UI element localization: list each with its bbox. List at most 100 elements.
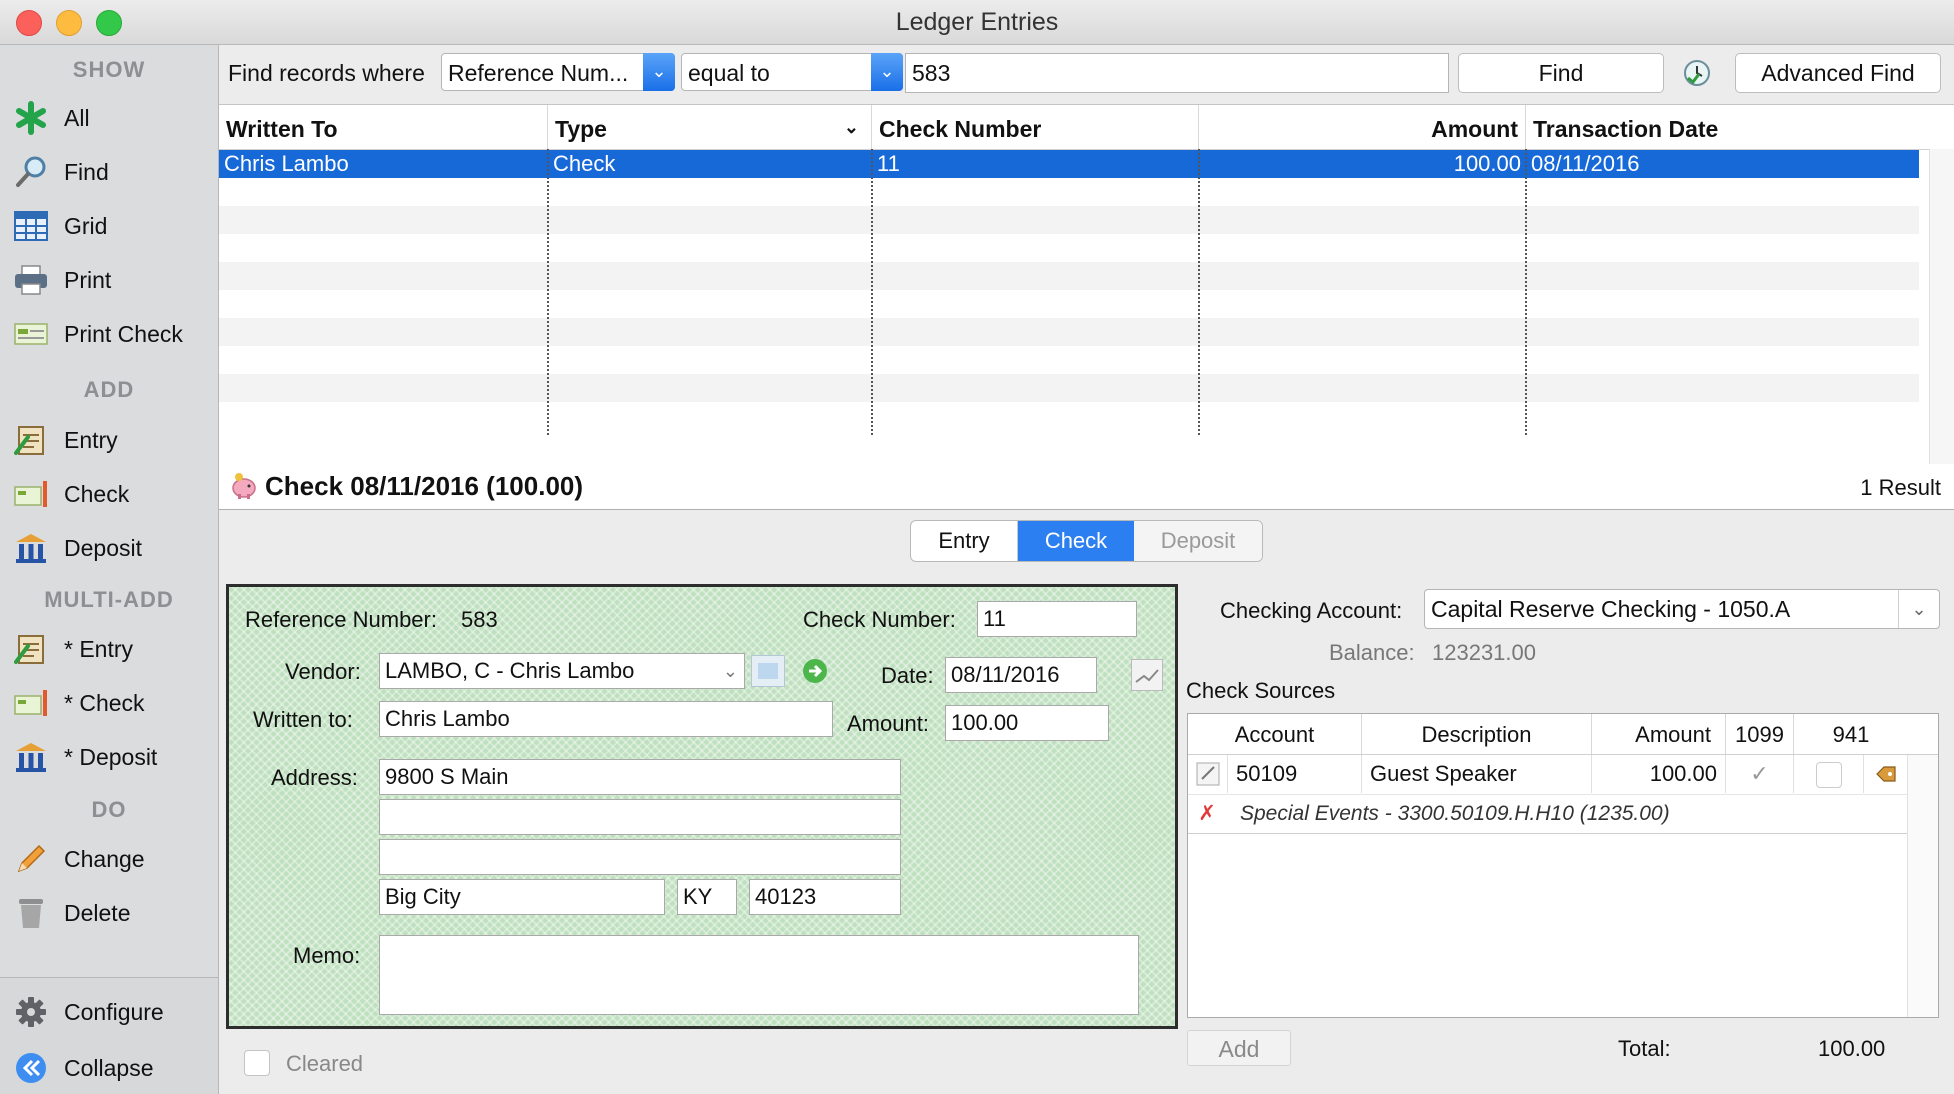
state-field[interactable]: KY	[677, 879, 737, 915]
column-header-type-label: Type	[555, 116, 607, 142]
sidebar-item-find[interactable]: Find	[12, 150, 212, 194]
source-fund-text: Special Events - 3300.50109.H.H10 (1235.…	[1240, 802, 1670, 825]
sidebar-item-add-check[interactable]: Check	[12, 472, 212, 516]
source-account: 50109	[1228, 755, 1362, 793]
calendar-icon[interactable]	[1131, 659, 1163, 691]
find-search-value: 583	[912, 60, 951, 86]
date-field[interactable]: 08/11/2016	[945, 657, 1097, 693]
sidebar-bottom: Configure Collapse	[0, 977, 218, 1094]
sidebar-item-multi-deposit[interactable]: * Deposit	[12, 735, 212, 779]
total-value: 100.00	[1818, 1036, 1886, 1061]
find-field-value: Reference Num...	[448, 60, 629, 86]
column-header-account[interactable]: Account	[1188, 714, 1362, 754]
chevron-down-icon: ⌄	[722, 661, 738, 681]
cell-type: Check	[553, 151, 616, 176]
chevron-down-icon: ⌄	[1898, 590, 1939, 628]
find-field-select[interactable]: Reference Num... ⌄	[441, 53, 675, 91]
gear-icon	[12, 994, 50, 1030]
column-header-amount[interactable]: Amount	[1199, 105, 1526, 149]
checking-account-select[interactable]: Capital Reserve Checking - 1050.A ⌄	[1424, 589, 1940, 629]
column-header-amount[interactable]: Amount	[1592, 714, 1726, 754]
sidebar-item-multi-check[interactable]: * Check	[12, 681, 212, 725]
tab-entry[interactable]: Entry	[911, 521, 1018, 561]
column-divider	[547, 149, 549, 435]
column-header-1099[interactable]: 1099	[1726, 714, 1794, 754]
city-field[interactable]: Big City	[379, 879, 665, 915]
column-divider	[1198, 149, 1200, 435]
sidebar-item-add-deposit[interactable]: Deposit	[12, 526, 212, 570]
sidebar-item-change[interactable]: Change	[12, 837, 212, 881]
cleared-label: Cleared	[286, 1051, 364, 1076]
balance-value: 123231.00	[1432, 640, 1536, 665]
sidebar-item-configure[interactable]: Configure	[12, 990, 212, 1034]
go-to-vendor-icon[interactable]	[802, 658, 828, 684]
advanced-find-button[interactable]: Advanced Find	[1735, 53, 1941, 93]
sidebar-item-add-entry[interactable]: Entry	[12, 418, 212, 462]
memo-field[interactable]	[379, 935, 1139, 1015]
vendor-combobox[interactable]: LAMBO, C - Chris Lambo ⌄	[379, 653, 745, 689]
find-operator-select[interactable]: equal to ⌄	[681, 53, 903, 91]
sidebar-item-print[interactable]: Print	[12, 258, 212, 302]
sidebar-item-multi-entry[interactable]: * Entry	[12, 627, 212, 671]
source-row[interactable]: 50109 Guest Speaker 100.00 ✓	[1188, 755, 1908, 793]
cell-check-number: 11	[877, 151, 900, 176]
asterisk-icon	[12, 100, 50, 136]
column-header-check-number[interactable]: Check Number	[872, 105, 1199, 149]
tab-deposit[interactable]: Deposit	[1134, 521, 1262, 561]
window-title: Ledger Entries	[895, 8, 1059, 36]
written-to-field[interactable]: Chris Lambo	[379, 701, 833, 737]
address-line1-field[interactable]: 9800 S Main	[379, 759, 901, 795]
table-row-empty	[219, 206, 1919, 234]
sidebar-item-collapse[interactable]: Collapse	[12, 1046, 212, 1090]
tag-icon[interactable]	[1864, 755, 1908, 793]
check-sources-table: Account Description Amount 1099 941 5010…	[1187, 713, 1939, 1018]
check-number-field[interactable]: 11	[977, 601, 1137, 637]
sidebar: SHOW All Find Grid Print Print Check ADD…	[0, 45, 219, 1094]
printer-icon	[12, 262, 50, 298]
bank-icon	[12, 739, 50, 775]
find-button[interactable]: Find	[1458, 53, 1664, 93]
checking-account-value: Capital Reserve Checking - 1050.A	[1431, 596, 1791, 622]
vendor-value: LAMBO, C - Chris Lambo	[385, 658, 635, 683]
ledger-scroll-icon	[12, 631, 50, 667]
reference-number-value: 583	[461, 607, 498, 632]
check-pencil-icon	[12, 476, 50, 512]
sidebar-section-show: SHOW	[72, 57, 146, 82]
vendor-card-icon[interactable]	[751, 655, 785, 687]
column-header-941[interactable]: 941	[1794, 714, 1908, 754]
find-bar: Find records where Reference Num... ⌄ eq…	[219, 45, 1954, 103]
sidebar-item-all[interactable]: All	[12, 96, 212, 140]
add-source-button[interactable]: Add	[1187, 1030, 1291, 1066]
check-pencil-icon	[12, 685, 50, 721]
table-row[interactable]: Chris Lambo Check 11 100.00 08/11/2016	[219, 150, 1919, 178]
sources-vertical-scrollbar[interactable]	[1907, 755, 1938, 1017]
source-description: Guest Speaker	[1362, 755, 1592, 793]
zip-field[interactable]: 40123	[749, 879, 901, 915]
sidebar-item-grid[interactable]: Grid	[12, 204, 212, 248]
tab-check[interactable]: Check	[1018, 521, 1134, 561]
amount-field[interactable]: 100.00	[945, 705, 1109, 741]
sidebar-item-label: Delete	[64, 899, 131, 926]
address-line2-field[interactable]	[379, 799, 901, 835]
remove-icon[interactable]: ✗	[1194, 795, 1220, 833]
column-header-type[interactable]: Type ⌄	[548, 105, 872, 149]
find-search-input[interactable]: 583	[905, 53, 1449, 93]
memo-label: Memo:	[293, 943, 361, 968]
column-header-description[interactable]: Description	[1362, 714, 1592, 754]
sidebar-section-do: DO	[91, 797, 127, 822]
table-row-empty	[219, 374, 1919, 402]
table-row-empty	[219, 178, 1919, 206]
address-line3-field[interactable]	[379, 839, 901, 875]
cell-transaction-date: 08/11/2016	[1531, 151, 1640, 176]
sidebar-item-delete[interactable]: Delete	[12, 891, 212, 935]
check-number-label: Check Number:	[803, 607, 956, 632]
cleared-checkbox[interactable]	[244, 1050, 270, 1076]
sidebar-item-print-check[interactable]: Print Check	[12, 312, 212, 356]
checkbox-941[interactable]	[1794, 755, 1864, 793]
edit-row-icon[interactable]	[1188, 755, 1228, 793]
checkbox-1099-checked[interactable]: ✓	[1726, 755, 1794, 793]
grid-vertical-scrollbar[interactable]	[1929, 149, 1954, 464]
column-header-written-to[interactable]: Written To	[219, 105, 548, 149]
recent-searches-icon[interactable]	[1682, 58, 1712, 88]
column-header-transaction-date[interactable]: Transaction Date	[1526, 105, 1926, 149]
